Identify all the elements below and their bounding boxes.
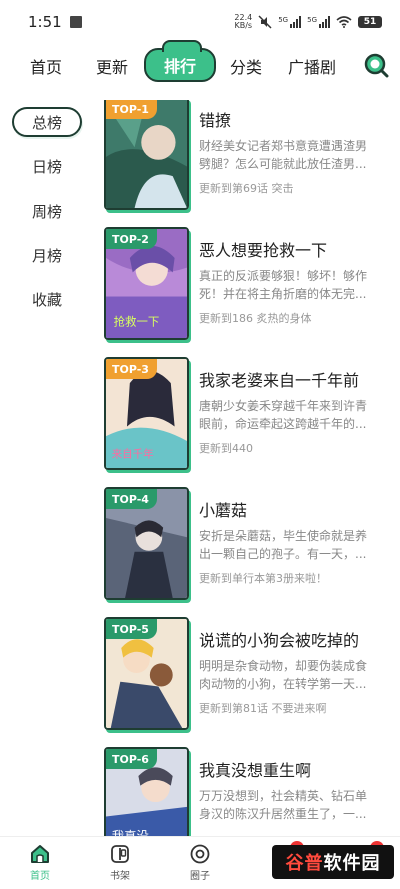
tab-ranking-label: 排行 xyxy=(163,57,196,76)
signal-icon-2: 5G xyxy=(307,16,330,28)
comic-cover[interactable]: TOP-5 xyxy=(104,617,189,730)
comic-title[interactable]: 恶人想要抢救一下 xyxy=(199,237,395,261)
status-bar: 1:51 22.4 KB/s 5G 5G 51 xyxy=(0,0,400,44)
comic-update: 更新到186 炙热的身体 xyxy=(199,312,312,325)
comic-title[interactable]: 错撩 xyxy=(199,107,395,131)
sidebar-item-daily[interactable]: 日榜 xyxy=(12,151,82,181)
rank-badge: TOP-5 xyxy=(106,619,157,639)
comic-description: 明明是杂食动物，却要伪装成食肉动物的小狗，在转学第一天... xyxy=(199,659,368,691)
ranking-list: TOP-1 错撩 财经美女记者郑书意竟遭遇渣男劈腿？怎么可能就此放任渣男... … xyxy=(100,100,400,838)
tab-audio-drama[interactable]: 广播剧 xyxy=(288,54,336,78)
comic-title[interactable]: 说谎的小狗会被吃掉的 xyxy=(199,627,395,651)
sidebar-item-weekly[interactable]: 周榜 xyxy=(12,196,82,226)
rank-badge: TOP-1 xyxy=(106,100,157,119)
rank-badge: TOP-4 xyxy=(106,489,157,509)
status-time: 1:51 xyxy=(28,13,62,31)
comic-cover[interactable]: 抢救一下 TOP-2 xyxy=(104,227,189,340)
comic-update: 更新到第69话 突击 xyxy=(199,182,294,195)
bottom-tab-label: 圈子 xyxy=(190,871,210,882)
bottom-tab-circle[interactable]: 圈子 xyxy=(170,843,230,882)
bookshelf-icon xyxy=(111,845,129,863)
bottom-tab-home[interactable]: 首页 xyxy=(10,843,70,882)
circle-icon xyxy=(190,844,210,864)
comic-cover[interactable]: 来自千年 TOP-3 xyxy=(104,357,189,470)
bottom-tab-label: 首页 xyxy=(30,871,50,882)
comic-description: 真正的反派要够狠！够坏！够作死！并在将主角折磨的体无完... xyxy=(199,269,368,301)
top-nav: 首页 更新 排行 分类 广播剧 xyxy=(0,40,400,88)
comic-update: 更新到单行本第3册来啦！ xyxy=(199,572,327,585)
rank-badge: TOP-2 xyxy=(106,229,157,249)
home-icon xyxy=(31,845,49,863)
comic-description: 财经美女记者郑书意竟遭遇渣男劈腿？怎么可能就此放任渣男... xyxy=(199,139,368,171)
signal-icon-1: 5G xyxy=(278,16,302,28)
comic-title[interactable]: 我真没想重生啊 xyxy=(199,757,395,781)
speed-unit: KB/s xyxy=(234,21,253,30)
list-item[interactable]: 我真没 TOP-6 我真没想重生啊 万万没想到，社会精英、钻石单身汉的陈汉升居然… xyxy=(100,747,400,838)
svg-text:来自千年: 来自千年 xyxy=(112,447,154,460)
rank-badge: TOP-3 xyxy=(106,359,157,379)
comic-cover[interactable]: TOP-1 xyxy=(104,100,189,210)
watermark-logo: 谷普 软件园 xyxy=(272,845,394,879)
comic-description: 安折是朵蘑菇，毕生使命就是养出一颗自己的孢子。有一天，... xyxy=(199,529,368,561)
watermark-part1: 谷普 xyxy=(285,853,324,874)
active-tab-decoration xyxy=(162,40,202,52)
list-item[interactable]: TOP-4 小蘑菇 安折是朵蘑菇，毕生使命就是养出一颗自己的孢子。有一天，...… xyxy=(100,487,400,605)
signal-label-1: 5G xyxy=(278,16,289,24)
list-item[interactable]: TOP-1 错撩 财经美女记者郑书意竟遭遇渣男劈腿？怎么可能就此放任渣男... … xyxy=(100,100,400,215)
list-item[interactable]: 抢救一下 TOP-2 恶人想要抢救一下 真正的反派要够狠！够坏！够作死！并在将主… xyxy=(100,227,400,345)
tab-ranking[interactable]: 排行 xyxy=(144,40,216,82)
bottom-tab-bookshelf[interactable]: 书架 xyxy=(90,843,150,882)
search-icon[interactable] xyxy=(362,51,390,79)
signal-label-2: 5G xyxy=(307,16,317,24)
list-item[interactable]: 来自千年 TOP-3 我家老婆来自一千年前 唐朝少女姜禾穿越千年来到许青眼前，命… xyxy=(100,357,400,475)
comic-update: 更新到第81话 不要进来啊 xyxy=(199,702,327,715)
svg-text:抢救一下: 抢救一下 xyxy=(114,314,160,328)
sidebar-item-favorites[interactable]: 收藏 xyxy=(12,284,82,314)
network-speed: 22.4 KB/s xyxy=(234,14,252,30)
wifi-icon xyxy=(336,16,352,28)
notification-icon xyxy=(69,16,82,28)
list-item[interactable]: TOP-5 说谎的小狗会被吃掉的 明明是杂食动物，却要伪装成食肉动物的小狗，在转… xyxy=(100,617,400,735)
comic-title[interactable]: 小蘑菇 xyxy=(199,497,395,521)
comic-update: 更新到440 xyxy=(199,442,253,455)
tab-updates[interactable]: 更新 xyxy=(96,54,128,78)
watermark-part2: 软件园 xyxy=(323,853,381,874)
comic-cover[interactable]: 我真没 TOP-6 xyxy=(104,747,189,838)
comic-description: 万万没想到，社会精英、钻石单身汉的陈汉升居然重生了，一... xyxy=(199,789,368,821)
sidebar-item-overall[interactable]: 总榜 xyxy=(12,107,82,137)
tab-categories[interactable]: 分类 xyxy=(230,54,262,78)
rank-badge: TOP-6 xyxy=(106,749,157,769)
status-indicators: 22.4 KB/s 5G 5G 51 xyxy=(234,14,382,30)
sidebar-item-monthly[interactable]: 月榜 xyxy=(12,240,82,270)
tab-home[interactable]: 首页 xyxy=(30,54,62,78)
comic-cover[interactable]: TOP-4 xyxy=(104,487,189,600)
comic-title[interactable]: 我家老婆来自一千年前 xyxy=(199,367,395,391)
battery-icon: 51 xyxy=(358,16,382,28)
mute-icon xyxy=(258,15,272,29)
bottom-tab-label: 书架 xyxy=(110,871,130,882)
comic-description: 唐朝少女姜禾穿越千年来到许青眼前，命运牵起这跨越千年的... xyxy=(199,399,368,431)
